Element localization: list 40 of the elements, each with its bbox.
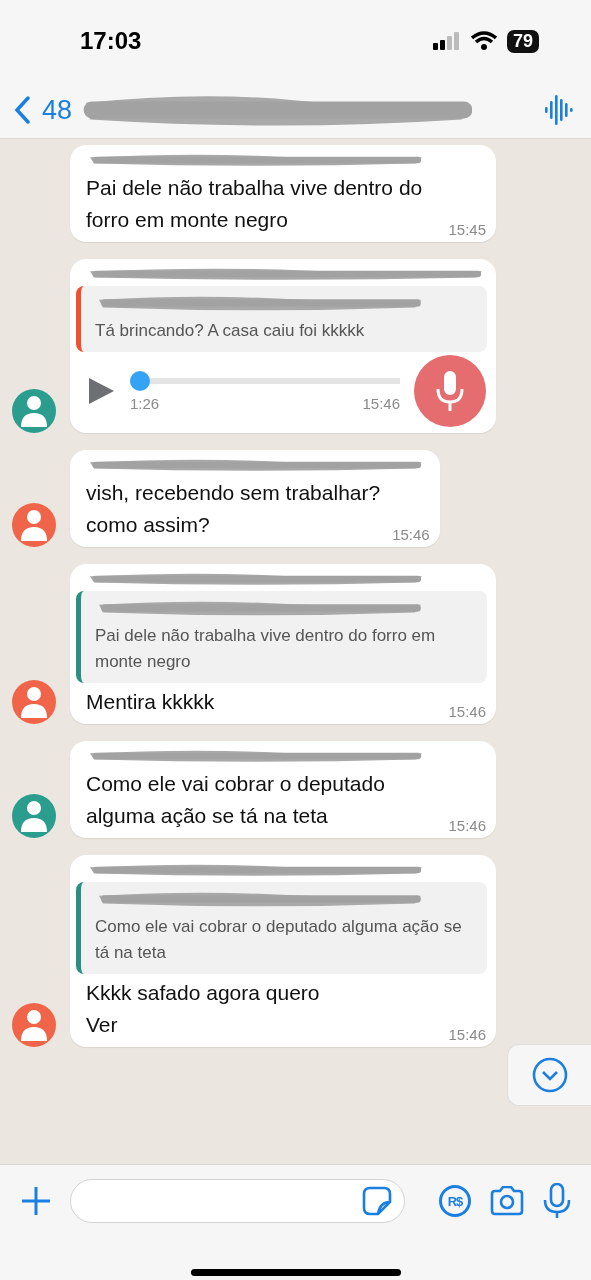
signal-icon bbox=[432, 32, 461, 50]
quoted-text: Pai dele não trabalha vive dentro do forro em monte negro bbox=[95, 625, 437, 673]
waveform-icon[interactable] bbox=[543, 95, 573, 125]
sticker-icon[interactable] bbox=[362, 1186, 392, 1216]
contact-avatar[interactable] bbox=[12, 1003, 56, 1047]
add-icon[interactable] bbox=[20, 1185, 52, 1217]
message-text: vish, recebendo sem trabalhar? como assim? bbox=[86, 480, 381, 538]
message-time: 15:46 bbox=[448, 1026, 486, 1043]
message-text: Mentira kkkkk bbox=[86, 689, 216, 715]
contact-avatar[interactable] bbox=[12, 680, 56, 724]
chevron-down-icon[interactable] bbox=[530, 1056, 569, 1094]
quoted-text: Como ele vai cobrar o deputado alguma ação se tá na teta bbox=[95, 916, 463, 964]
contact-avatar[interactable] bbox=[12, 794, 56, 838]
message-time: 15:46 bbox=[448, 703, 486, 720]
battery-level: 79 bbox=[506, 29, 539, 53]
contact-avatar[interactable] bbox=[12, 389, 56, 433]
message-input-field[interactable] bbox=[70, 1179, 405, 1223]
status-time: 17:03 bbox=[80, 27, 142, 55]
back-chevron-icon[interactable] bbox=[14, 96, 30, 124]
message-time: 15:46 bbox=[448, 817, 486, 834]
wifi-icon bbox=[470, 31, 497, 51]
play-button[interactable] bbox=[86, 376, 116, 406]
quoted-message[interactable]: Como ele vai cobrar o deputado alguma ação se tá na teta bbox=[76, 882, 487, 974]
message-time: 15:45 bbox=[448, 221, 486, 238]
audio-progress-thumb[interactable] bbox=[130, 370, 150, 391]
payment-button[interactable]: R$ bbox=[439, 1185, 471, 1217]
camera-icon[interactable] bbox=[489, 1186, 525, 1216]
quoted-message[interactable]: Tá brincando? A casa caiu foi kkkkk bbox=[76, 286, 487, 352]
message-time: 15:46 bbox=[362, 394, 400, 412]
contact-avatar[interactable] bbox=[12, 503, 56, 547]
message-text: Como ele vai cobrar o deputado alguma ação se tá na teta bbox=[86, 771, 386, 829]
quoted-text: Tá brincando? A casa caiu foi kkkkk bbox=[95, 320, 366, 342]
message-text: Pai dele não trabalha vive dentro do forro em monte negro bbox=[86, 175, 424, 233]
message-text: Kkkk safado agora quero Ver bbox=[86, 980, 321, 1038]
scroll-down-button[interactable] bbox=[507, 1044, 591, 1106]
microphone-icon[interactable] bbox=[543, 1183, 571, 1219]
back-button[interactable]: 48 bbox=[14, 94, 73, 126]
quoted-message[interactable]: Pai dele não trabalha vive dentro do forro em monte negro bbox=[76, 591, 487, 683]
audio-duration: 1:26 bbox=[130, 394, 160, 412]
message-time: 15:46 bbox=[392, 526, 430, 543]
